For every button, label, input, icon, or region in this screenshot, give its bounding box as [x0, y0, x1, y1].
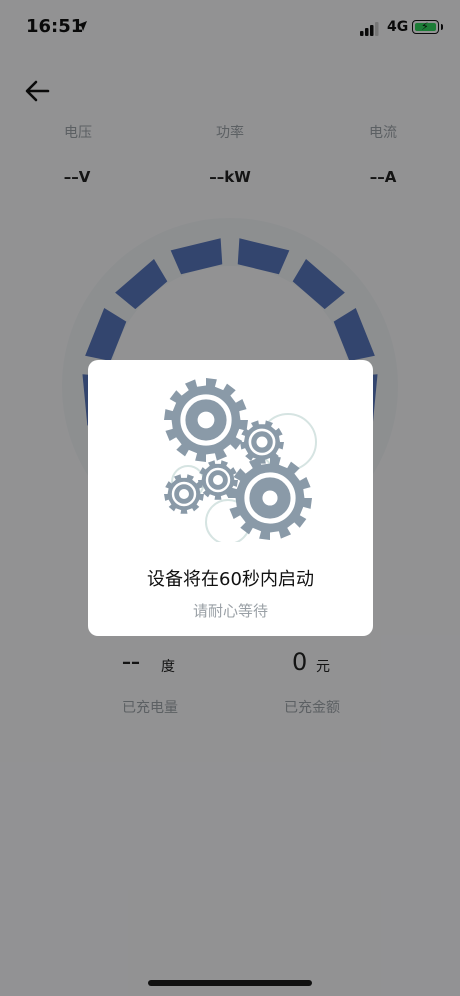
home-indicator[interactable] [148, 980, 312, 986]
dialog-title: 设备将在60秒内启动 [147, 569, 314, 590]
startup-dialog: 设备将在60秒内启动 请耐心等待 [88, 360, 373, 636]
dialog-subtitle: 请耐心等待 [192, 602, 268, 620]
gears-icon [164, 378, 317, 542]
